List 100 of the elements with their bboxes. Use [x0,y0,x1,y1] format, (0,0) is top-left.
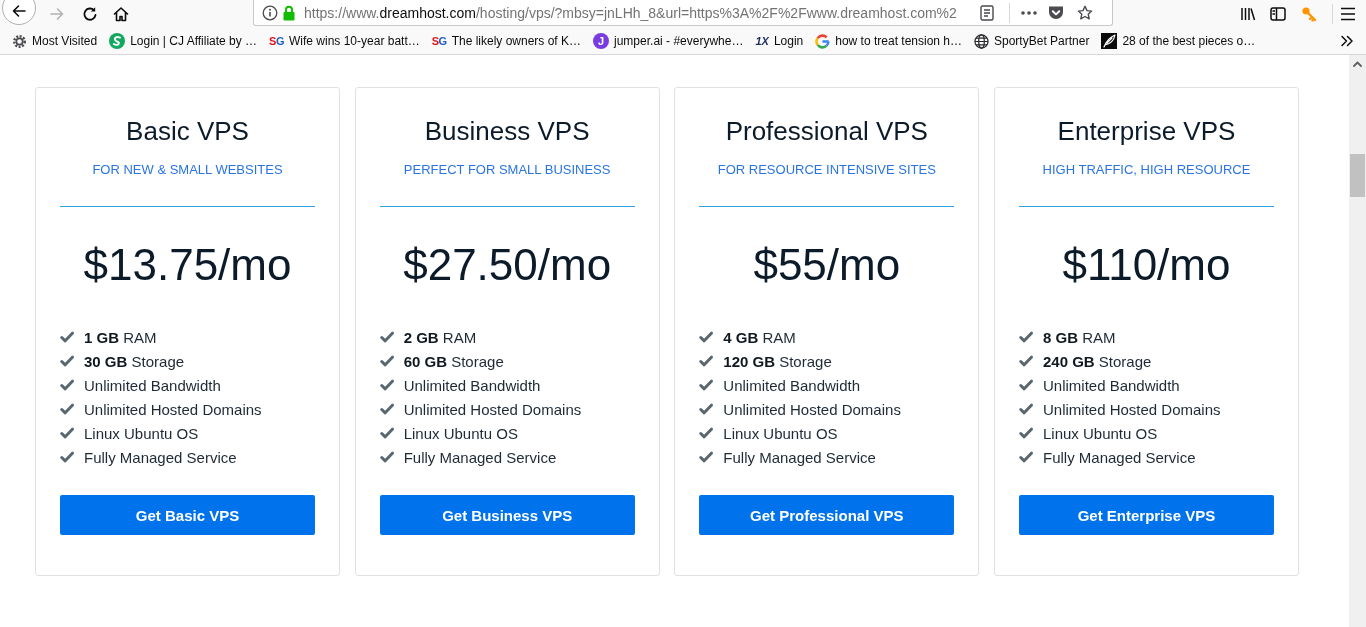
check-icon [60,451,74,463]
bookmark-link[interactable]: J jumper.ai - #everywhe… [593,30,744,52]
feature-text: Linux Ubuntu OS [723,424,838,442]
plan-title: Professional VPS [724,115,929,147]
feature-text: Unlimited Hosted Domains [403,400,582,418]
get-plan-button[interactable]: Get Basic VPS [60,495,315,535]
check-icon [60,355,74,367]
check-icon [60,403,74,415]
pocket-icon[interactable] [1048,5,1064,20]
check-icon [1018,355,1033,367]
site-logo: SG [269,34,284,49]
back-button[interactable] [2,0,36,25]
plan-title: Business VPS [423,115,591,147]
check-icon [60,331,74,343]
check-icon [1018,379,1033,391]
bookmark-link[interactable]: 28 of the best pieces o… [1101,30,1256,52]
lock-icon [282,4,296,21]
check-icon [379,331,394,343]
check-icon [699,451,714,463]
feature-text: 8 GB RAM [1042,328,1116,346]
get-plan-button[interactable]: Get Professional VPS [699,495,955,535]
library-icon[interactable] [1240,6,1256,22]
feature-text: Linux Ubuntu OS [403,424,518,442]
plan-subtitle: PERFECT FOR SMALL BUSINESS [402,161,612,179]
check-icon [1018,403,1033,415]
get-plan-button[interactable]: Get Enterprise VPS [1018,495,1274,535]
feature-text: 60 GB Storage [403,352,504,370]
feature-text: 2 GB RAM [403,328,477,346]
check-icon [379,379,394,391]
bookmark-link[interactable]: how to treat tension h… [815,30,962,52]
check-icon [699,355,714,367]
double-chevron-icon[interactable] [1340,35,1354,47]
check-icon [699,331,714,343]
feature-text: Linux Ubuntu OS [84,424,199,442]
plan-title: Basic VPS [125,115,250,147]
bookmark-link[interactable]: 1X Login [755,30,804,52]
site-logo: 1X [755,34,769,49]
feature-text: 4 GB RAM [723,328,796,346]
home-icon[interactable] [113,6,129,22]
plan-price: $13.75/mo [82,239,293,291]
check-icon [699,379,714,391]
plan-subtitle: HIGH TRAFFIC, HIGH RESOURCE [1041,161,1252,179]
plan-price: $110/mo [1061,239,1232,291]
check-icon [60,379,74,391]
site-logo: SG [431,34,447,49]
feature-text: Unlimited Hosted Domains [723,400,901,418]
address-bar-field[interactable]: https://www.dreamhost.com/hosting/vps/?mbsy=jnLHh_8&url=https%3A%2F%2Fwww.dreamhost.com%2 [253,0,1113,26]
check-icon [379,451,394,463]
bookmark-link[interactable]: Most Visited [12,30,98,52]
feature-text: Unlimited Hosted Domains [1042,400,1221,418]
feature-text: Unlimited Hosted Domains [84,400,262,418]
chevron-up-icon [1353,60,1362,67]
bookmark-link[interactable]: SG Wife wins 10-year batt… [269,30,420,52]
check-icon [379,355,394,367]
feather-thumbnail-icon [1101,33,1118,49]
star-icon[interactable] [1077,4,1093,21]
feature-text: 240 GB Storage [1042,352,1152,370]
plan-price: $55/mo [752,239,902,291]
check-icon [699,403,714,415]
reader-view-icon[interactable] [980,4,994,21]
bookmark-link[interactable]: Login | CJ Affiliate by … [109,30,258,52]
check-icon [1018,427,1033,439]
feature-text: Unlimited Bandwidth [403,376,541,394]
feature-text: 1 GB RAM [84,328,157,346]
menu-icon[interactable] [1340,7,1356,21]
plan-subtitle: FOR RESOURCE INTENSIVE SITES [716,161,937,179]
check-icon [1018,451,1033,463]
scrollbar-thumb[interactable] [1350,154,1365,197]
plan-title: Enterprise VPS [1056,115,1237,147]
feature-text: Unlimited Bandwidth [723,376,861,394]
google-logo-icon [815,33,831,49]
swirl-logo-icon [109,33,126,49]
feature-text: 120 GB Storage [723,352,832,370]
bookmark-link[interactable]: SportyBet Partner [974,30,1090,52]
sidebar-icon[interactable] [1270,6,1286,22]
feature-text: Unlimited Bandwidth [1042,376,1180,394]
feature-text: Fully Managed Service [723,448,876,466]
plan-subtitle: FOR NEW & SMALL WEBSITES [91,161,284,179]
feature-text: Unlimited Bandwidth [84,376,221,394]
plan-price: $27.50/mo [402,239,613,291]
site-logo: J [593,33,610,49]
reload-icon[interactable] [82,6,98,22]
get-plan-button[interactable]: Get Business VPS [379,495,635,535]
scrollbar[interactable] [1349,55,1366,627]
check-icon [699,427,714,439]
feature-text: Fully Managed Service [403,448,557,466]
check-icon [379,403,394,415]
feature-text: Linux Ubuntu OS [1042,424,1158,442]
back-arrow-icon [11,3,27,19]
check-icon [1018,331,1033,343]
gear-icon [12,33,27,49]
globe-icon [974,33,989,49]
check-icon [60,427,74,439]
more-actions-icon[interactable] [1021,10,1037,15]
info-icon[interactable] [262,4,278,21]
feature-text: Fully Managed Service [1042,448,1196,466]
bookmark-link[interactable]: SG The likely owners of K… [431,30,582,52]
check-icon [379,427,394,439]
feature-text: 30 GB Storage [84,352,185,370]
feature-text: Fully Managed Service [84,448,237,466]
